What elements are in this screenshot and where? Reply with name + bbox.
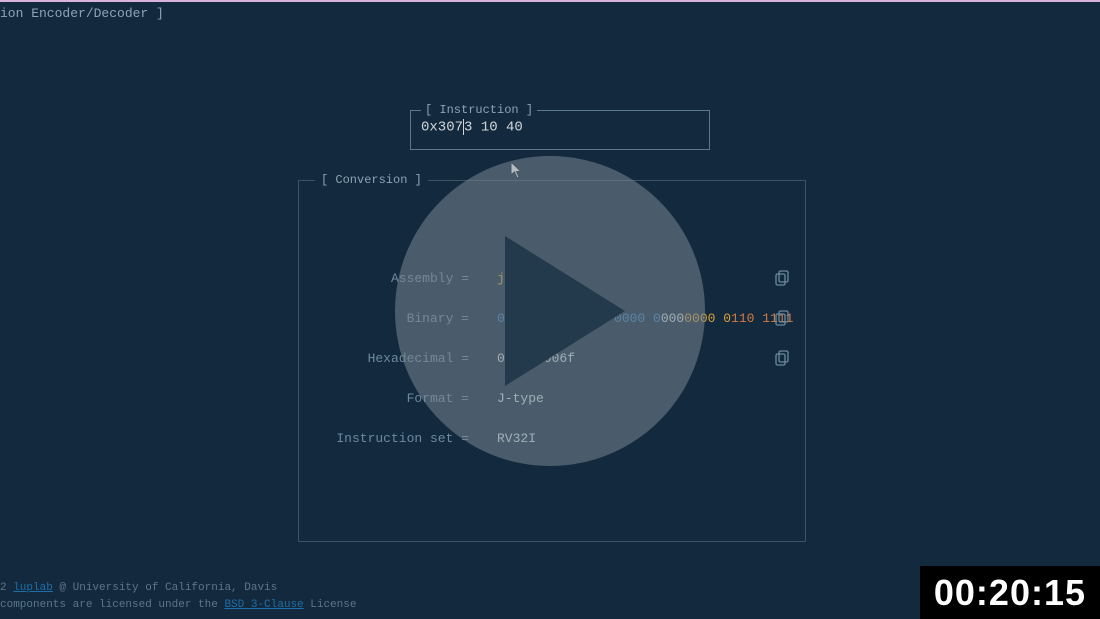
footer-link-luplab[interactable]: luplab [13,582,53,594]
play-icon [505,236,625,386]
instruction-value-after: 3 10 40 [464,120,523,136]
instruction-label: [ Instruction ] [421,103,537,117]
window-title: ion Encoder/Decoder ] [0,2,1100,21]
footer-line1-suffix: @ University of California, Davis [53,582,277,594]
copy-binary-button[interactable] [775,310,789,326]
footer-link-license[interactable]: BSD 3-Clause [224,599,303,611]
conversion-label: [ Conversion ] [315,173,428,187]
video-timestamp: 00:20:15 [920,566,1100,619]
copy-icon [775,310,789,326]
copy-assembly-button[interactable] [775,270,789,286]
copy-hex-button[interactable] [775,350,789,366]
copy-icon [775,350,789,366]
footer-line2-prefix: components are licensed under the [0,599,224,611]
play-button[interactable] [395,156,705,466]
instruction-value-before: 0x307 [421,120,463,136]
copy-icon [775,270,789,286]
instruction-set-label: Instruction set = [299,431,469,446]
footer-text: 2 luplab @ University of California, Dav… [0,580,356,613]
footer-line1-prefix: 2 [0,582,13,594]
footer-line2-suffix: License [304,599,357,611]
instruction-field-group: [ Instruction ] 0x3073 10 40 [410,110,710,150]
